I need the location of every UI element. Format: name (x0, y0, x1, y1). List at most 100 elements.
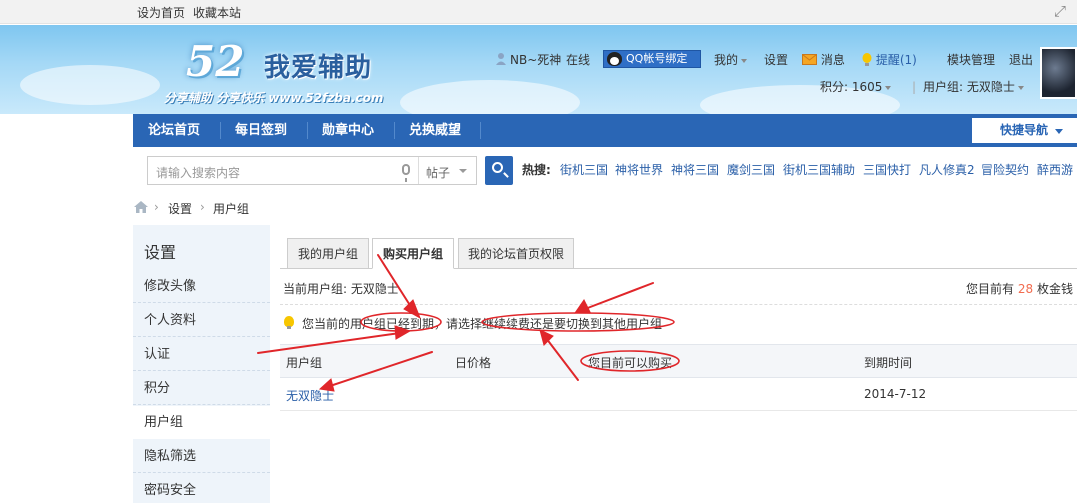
search-type-select[interactable]: 帖子 (426, 164, 450, 181)
hot-search-link[interactable]: 街机三国 (560, 161, 608, 178)
logo-title[interactable]: 我爱辅助 (264, 47, 372, 84)
logo-number[interactable]: 52 (186, 37, 244, 86)
nav-divider (394, 122, 395, 139)
main-nav: 论坛首页 每日签到 勋章中心 兑换威望 (133, 114, 1077, 147)
column-header: 您目前可以购买 (588, 356, 673, 370)
quick-nav-label: 快捷导航 (1000, 123, 1049, 137)
sidebar-item-privacy[interactable]: 隐私筛选 (133, 440, 270, 473)
coins-suffix: 枚金钱 (1036, 282, 1073, 296)
reminders-link[interactable]: 提醒(1) (862, 52, 917, 68)
hot-search-label: 热搜: (522, 163, 551, 177)
username-link[interactable]: NB~死神 (510, 52, 561, 68)
settings-sidebar: 设置 修改头像 个人资料 认证 积分 用户组 隐私筛选 密码安全 (133, 225, 270, 503)
site-header: 52 我爱辅助 分享辅助 分享快乐 www.52fzba.com (0, 25, 1077, 114)
tab-my-user-group[interactable]: 我的用户组 (287, 238, 369, 269)
expiry-notice: 您当前的用户组已经到期，请选择继续续费还是要切换到其他用户组 (302, 317, 663, 331)
qq-icon (607, 52, 622, 66)
hot-search-link[interactable]: 魔剑三国 (727, 161, 775, 178)
user-group-menu[interactable]: 用户组: 无双隐士 (923, 79, 1024, 95)
sidebar-item-password[interactable]: 密码安全 (133, 474, 270, 503)
chevron-down-icon (1017, 85, 1024, 90)
breadcrumb-settings[interactable]: 设置 (168, 200, 192, 217)
hot-search-link[interactable]: 街机三国辅助 (783, 161, 855, 178)
messages-label: 消息 (820, 53, 845, 67)
bookmark-link[interactable]: 收藏本站 (193, 4, 241, 21)
nav-item-daily-checkin[interactable]: 每日签到 (235, 114, 287, 147)
breadcrumb-separator: › (200, 200, 205, 214)
coins-value: 28 (1017, 282, 1034, 296)
points-label: 积分: 1605 (820, 80, 883, 94)
reminders-label: 提醒(1) (875, 53, 917, 67)
nav-item-forum-home[interactable]: 论坛首页 (148, 114, 200, 147)
microphone-icon[interactable] (402, 164, 410, 182)
nav-divider (307, 122, 308, 139)
column-header: 日价格 (455, 356, 492, 370)
bulb-icon (862, 53, 872, 66)
coins-info: 您目前有 28 枚金钱 (966, 280, 1073, 297)
hot-search-link[interactable]: 凡人修真2 (919, 161, 975, 178)
search-box: 请输入搜索内容 帖子 (147, 156, 477, 185)
coins-prefix: 您目前有 (966, 282, 1015, 296)
messages-link[interactable]: 消息 (802, 52, 845, 68)
search-icon (492, 162, 503, 173)
hot-search-link[interactable]: 三国快打 (863, 161, 911, 178)
set-home-link[interactable]: 设为首页 (137, 4, 185, 21)
hot-search-link[interactable]: 醉西游 (1037, 161, 1077, 178)
cloud-decoration (20, 65, 160, 105)
expiry-date: 2014-7-12 (864, 387, 927, 401)
sidebar-item-user-group[interactable]: 用户组 (133, 406, 270, 439)
qq-bind-button[interactable]: QQ帐号绑定 (603, 50, 701, 68)
hot-search-link[interactable]: 冒险契约 (981, 161, 1029, 178)
chevron-down-icon (1055, 129, 1063, 134)
settings-link[interactable]: 设置 (764, 52, 788, 68)
sidebar-item-points[interactable]: 积分 (133, 372, 270, 405)
points-menu[interactable]: 积分: 1605 (820, 79, 892, 95)
divider (280, 304, 1077, 305)
group-name-link[interactable]: 无双隐士 (286, 387, 334, 404)
mail-icon (802, 54, 817, 65)
logo-slogan: 分享辅助 分享快乐 www.52fzba.com (164, 91, 384, 105)
my-menu-label: 我的 (714, 53, 739, 67)
annotation-arrow (584, 282, 654, 310)
quick-nav-button[interactable]: 快捷导航 (972, 118, 1077, 143)
search-button[interactable] (485, 156, 513, 185)
online-status[interactable]: 在线 (566, 52, 590, 68)
table-row-divider (280, 410, 1077, 411)
top-bar: 设为首页 收藏本站 ⤢ (0, 0, 1077, 24)
chevron-down-icon (885, 85, 892, 90)
breadcrumb-separator: › (154, 200, 159, 214)
hot-search-link[interactable]: 神将世界 (615, 161, 663, 178)
chevron-down-icon (459, 169, 467, 173)
divider (418, 157, 419, 184)
column-header: 用户组 (286, 356, 323, 370)
sidebar-title: 设置 (144, 243, 177, 262)
annotation-arrowhead (573, 299, 591, 314)
search-input[interactable]: 请输入搜索内容 (156, 164, 240, 181)
annotation-arrowhead (539, 329, 554, 346)
breadcrumb-user-group[interactable]: 用户组 (213, 200, 249, 217)
module-manage-link[interactable]: 模块管理 (947, 52, 995, 68)
user-group-label: 用户组: 无双隐士 (923, 80, 1015, 94)
avatar[interactable] (1040, 47, 1077, 99)
table-header (280, 344, 1077, 378)
home-icon[interactable] (134, 201, 148, 213)
tab-buy-user-group[interactable]: 购买用户组 (372, 238, 454, 269)
sidebar-item-profile[interactable]: 个人资料 (133, 304, 270, 337)
logout-link[interactable]: 退出 (1009, 52, 1033, 68)
tab-homepage-permissions[interactable]: 我的论坛首页权限 (458, 238, 574, 269)
my-menu[interactable]: 我的 (714, 52, 748, 68)
hot-search-link[interactable]: 神将三国 (671, 161, 719, 178)
current-group-text: 当前用户组: 无双隐士 (283, 282, 399, 296)
sidebar-item-verification[interactable]: 认证 (133, 338, 270, 371)
user-icon (495, 52, 507, 69)
chevron-down-icon (741, 58, 748, 63)
nav-divider (220, 122, 221, 139)
qq-bind-label: QQ帐号绑定 (626, 52, 688, 65)
nav-divider (480, 122, 481, 139)
sidebar-item-avatar[interactable]: 修改头像 (133, 270, 270, 303)
bulb-icon (284, 316, 294, 329)
nav-item-exchange-prestige[interactable]: 兑换威望 (409, 114, 461, 147)
fullscreen-icon[interactable]: ⤢ (1051, 2, 1069, 20)
nav-item-medal-center[interactable]: 勋章中心 (322, 114, 374, 147)
divider: | (912, 80, 917, 94)
